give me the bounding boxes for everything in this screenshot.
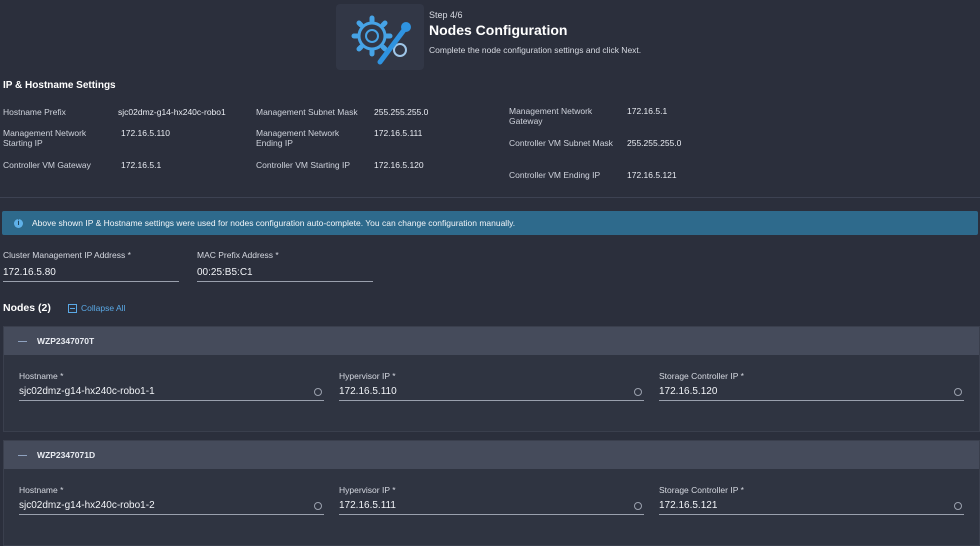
info-circle-icon <box>634 387 642 396</box>
storage-ip-input[interactable]: 172.16.5.120 <box>659 386 964 401</box>
storage-ip-input[interactable]: 172.16.5.121 <box>659 500 964 515</box>
controller-subnet-value: 255.255.255.0 <box>627 138 682 148</box>
storage-ip-label: Storage Controller IP * <box>659 485 744 495</box>
node-header[interactable]: WZP2347071D <box>4 441 979 469</box>
mgmt-end-ip-label: Management Network Ending IP <box>256 128 340 148</box>
collapse-dash-icon[interactable] <box>18 454 27 456</box>
hostname-value: sjc02dmz-g14-hx240c-robo1-1 <box>19 386 155 397</box>
controller-end-ip-label: Controller VM Ending IP <box>509 170 601 180</box>
mac-prefix-field: MAC Prefix Address * 00:25:B5:C1 <box>197 250 373 282</box>
cluster-mgmt-ip-label: Cluster Management IP Address * <box>3 250 131 260</box>
page-subtitle: Complete the node configuration settings… <box>429 45 642 55</box>
collapse-icon <box>68 303 77 313</box>
mgmt-gateway-value: 172.16.5.1 <box>627 106 668 116</box>
controller-end-ip-value: 172.16.5.121 <box>627 170 677 180</box>
hostname-field: Hostname * sjc02dmz-g14-hx240c-robo1-2 <box>19 485 324 515</box>
controller-subnet-label: Controller VM Subnet Mask <box>509 138 613 148</box>
hostname-input[interactable]: sjc02dmz-g14-hx240c-robo1-2 <box>19 500 324 515</box>
mgmt-end-ip-value: 172.16.5.111 <box>374 128 423 138</box>
mac-prefix-label: MAC Prefix Address * <box>197 250 279 260</box>
hostname-input[interactable]: sjc02dmz-g14-hx240c-robo1-1 <box>19 386 324 401</box>
mgmt-subnet-value: 255.255.255.0 <box>374 107 429 117</box>
storage-ip-field: Storage Controller IP * 172.16.5.121 <box>659 485 964 515</box>
hypervisor-ip-field: Hypervisor IP * 172.16.5.110 <box>339 371 644 401</box>
info-icon: i <box>14 218 23 228</box>
mac-prefix-input[interactable]: 00:25:B5:C1 <box>197 267 373 282</box>
info-circle-icon <box>634 501 642 510</box>
nodes-title: Nodes (2) <box>3 302 51 314</box>
info-circle-icon <box>954 387 962 396</box>
node-card: WZP2347071D Hostname * sjc02dmz-g14-hx24… <box>3 440 980 546</box>
hypervisor-ip-label: Hypervisor IP * <box>339 371 396 381</box>
controller-gateway-label: Controller VM Gateway <box>3 160 91 170</box>
hypervisor-ip-input[interactable]: 172.16.5.111 <box>339 500 644 515</box>
node-serial: WZP2347070T <box>37 336 95 346</box>
hostname-label: Hostname * <box>19 371 64 381</box>
node-card: WZP2347070T Hostname * sjc02dmz-g14-hx24… <box>3 326 980 432</box>
hostname-prefix-label: Hostname Prefix <box>3 107 66 117</box>
section-divider <box>0 197 980 198</box>
collapse-all-label: Collapse All <box>81 303 126 313</box>
mgmt-start-ip-label: Management Network Starting IP <box>3 128 87 148</box>
controller-start-ip-value: 172.16.5.120 <box>374 160 424 170</box>
storage-ip-label: Storage Controller IP * <box>659 371 744 381</box>
hypervisor-ip-value: 172.16.5.111 <box>339 500 396 511</box>
hypervisor-ip-value: 172.16.5.110 <box>339 386 397 397</box>
gear-wrench-icon <box>351 15 411 65</box>
cluster-mgmt-ip-input[interactable]: 172.16.5.80 <box>3 267 179 282</box>
storage-ip-field: Storage Controller IP * 172.16.5.120 <box>659 371 964 401</box>
ip-settings-title: IP & Hostname Settings <box>3 80 116 91</box>
info-circle-icon <box>314 387 322 396</box>
mgmt-start-ip-value: 172.16.5.110 <box>121 128 170 138</box>
hypervisor-ip-field: Hypervisor IP * 172.16.5.111 <box>339 485 644 515</box>
node-serial: WZP2347071D <box>37 450 96 460</box>
hero-illustration <box>336 4 424 70</box>
info-circle-icon <box>314 501 322 510</box>
cluster-mgmt-ip-field: Cluster Management IP Address * 172.16.5… <box>3 250 179 282</box>
hostname-label: Hostname * <box>19 485 64 495</box>
hostname-prefix-value: sjc02dmz-g14-hx240c-robo1 <box>118 107 226 117</box>
storage-ip-value: 172.16.5.121 <box>659 500 718 511</box>
hypervisor-ip-label: Hypervisor IP * <box>339 485 396 495</box>
info-circle-icon <box>954 501 962 510</box>
collapse-dash-icon[interactable] <box>18 340 27 342</box>
hostname-field: Hostname * sjc02dmz-g14-hx240c-robo1-1 <box>19 371 324 401</box>
mgmt-subnet-label: Management Subnet Mask <box>256 107 358 117</box>
controller-start-ip-label: Controller VM Starting IP <box>256 160 351 170</box>
step-indicator: Step 4/6 <box>429 10 463 20</box>
info-banner-text: Above shown IP & Hostname settings were … <box>32 218 516 228</box>
hostname-value: sjc02dmz-g14-hx240c-robo1-2 <box>19 500 155 511</box>
storage-ip-value: 172.16.5.120 <box>659 386 718 397</box>
page-title: Nodes Configuration <box>429 22 568 38</box>
info-banner: i Above shown IP & Hostname settings wer… <box>2 211 978 235</box>
controller-gateway-value: 172.16.5.1 <box>121 160 162 170</box>
collapse-all-button[interactable]: Collapse All <box>68 303 125 313</box>
node-header[interactable]: WZP2347070T <box>4 327 979 355</box>
mgmt-gateway-label: Management Network Gateway <box>509 106 593 126</box>
hypervisor-ip-input[interactable]: 172.16.5.110 <box>339 386 644 401</box>
